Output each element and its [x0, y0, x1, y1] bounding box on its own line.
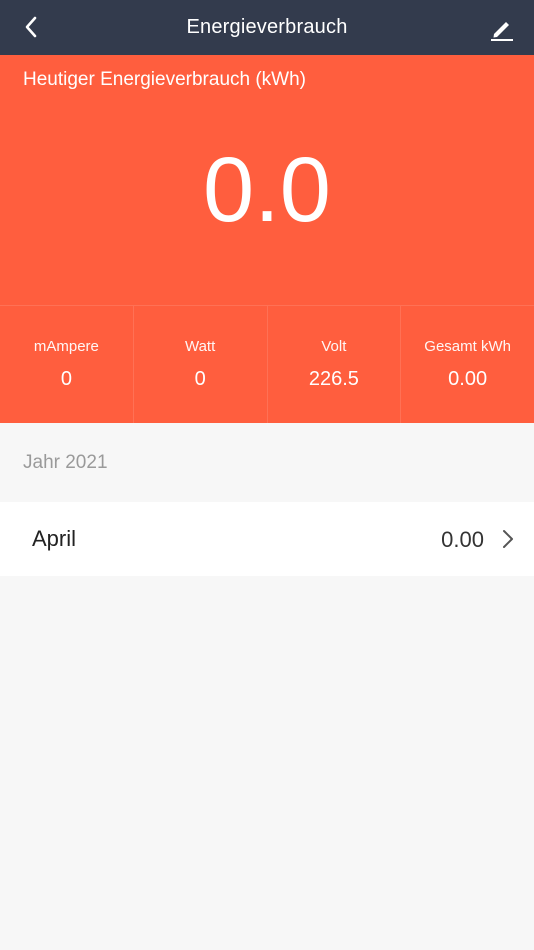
chevron-left-icon: [25, 16, 37, 38]
stat-mampere: mAmpere 0: [0, 306, 134, 423]
edit-button[interactable]: [484, 10, 520, 46]
page-title: Energieverbrauch: [186, 16, 348, 38]
nav-bar: Energieverbrauch: [0, 0, 534, 55]
stats-row: mAmpere 0 Watt 0 Volt 226.5 Gesamt kWh 0…: [0, 305, 534, 423]
stat-label: Gesamt kWh: [424, 338, 511, 355]
year-header: Jahr 2021: [23, 452, 108, 473]
pencil-icon: [491, 22, 513, 41]
chevron-right-icon: [503, 530, 513, 548]
stat-label: Watt: [184, 338, 216, 355]
today-consumption-value: 0.0: [203, 139, 331, 241]
stat-value: 226.5: [308, 368, 359, 390]
today-consumption-panel: Heutiger Energieverbrauch (kWh) 0.0: [0, 55, 534, 305]
stat-total-kwh: Gesamt kWh 0.00: [401, 306, 534, 423]
stat-volt: Volt 226.5: [268, 306, 402, 423]
month-name: April: [32, 526, 77, 551]
list-item-month[interactable]: April 0.00: [0, 502, 534, 576]
stat-value: 0: [60, 368, 72, 390]
stat-label: mAmpere: [33, 338, 99, 355]
stat-value: 0: [194, 368, 206, 390]
back-button[interactable]: [14, 10, 48, 44]
today-consumption-label: Heutiger Energieverbrauch (kWh): [23, 69, 307, 90]
month-value: 0.00: [441, 527, 484, 552]
stat-value: 0.00: [448, 368, 488, 390]
stat-label: Volt: [321, 338, 347, 355]
stat-watt: Watt 0: [134, 306, 268, 423]
